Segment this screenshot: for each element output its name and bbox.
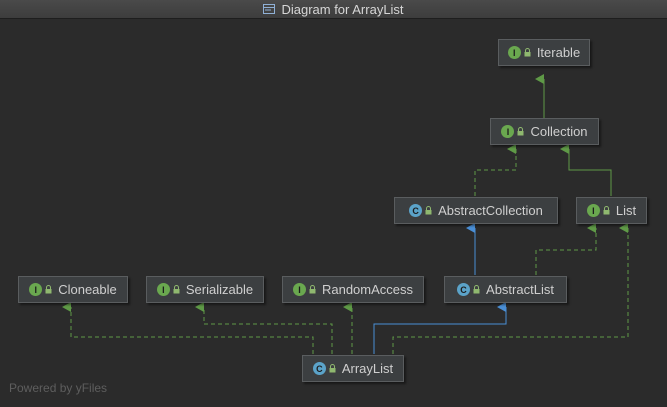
- class-badge-icon: C: [409, 204, 423, 217]
- node-label: AbstractList: [486, 282, 554, 297]
- lock-icon: [329, 364, 336, 373]
- node-cloneable[interactable]: I Cloneable: [18, 276, 128, 303]
- node-label: Serializable: [185, 282, 254, 297]
- node-label: RandomAccess: [321, 282, 414, 297]
- node-label: AbstractCollection: [438, 203, 543, 218]
- node-label: ArrayList: [341, 361, 394, 376]
- interface-badge-icon: I: [156, 283, 170, 296]
- node-abstract-list[interactable]: C AbstractList: [444, 276, 567, 303]
- edge-arraylist-cloneable: [62, 302, 314, 354]
- node-label: Iterable: [536, 45, 581, 60]
- node-label: Cloneable: [58, 282, 117, 297]
- node-collection[interactable]: I Collection: [490, 118, 599, 145]
- interface-badge-icon: I: [292, 283, 306, 296]
- diagram-window: Diagram for ArrayList I Iterable I Colle…: [0, 0, 667, 407]
- edge-arraylist-abstractlist: [373, 302, 507, 354]
- class-badge-icon: C: [457, 283, 471, 296]
- node-label: Collection: [530, 124, 588, 139]
- interface-badge-icon: I: [29, 283, 43, 296]
- lock-icon: [425, 206, 432, 215]
- powered-by-footer: Powered by yFiles: [9, 381, 108, 395]
- window-title: Diagram for ArrayList: [281, 1, 404, 17]
- lock-icon: [517, 127, 524, 136]
- node-list[interactable]: I List: [576, 197, 647, 224]
- lock-icon: [473, 285, 480, 294]
- lock-icon: [309, 285, 316, 294]
- edge-list-collection: [560, 144, 612, 196]
- interface-badge-icon: I: [507, 46, 521, 59]
- node-serializable[interactable]: I Serializable: [146, 276, 264, 303]
- lock-icon: [603, 206, 610, 215]
- node-random-access[interactable]: I RandomAccess: [282, 276, 424, 303]
- node-iterable[interactable]: I Iterable: [498, 39, 590, 66]
- interface-badge-icon: I: [501, 125, 515, 138]
- diagram-canvas[interactable]: I Iterable I Collection C AbstractCollec…: [0, 19, 667, 407]
- lock-icon: [173, 285, 180, 294]
- window-titlebar: Diagram for ArrayList: [0, 0, 667, 19]
- node-array-list[interactable]: C ArrayList: [302, 355, 404, 382]
- lock-icon: [524, 48, 531, 57]
- node-label: List: [615, 203, 637, 218]
- class-badge-icon: C: [312, 362, 326, 375]
- edge-abstractcollection-collection: [474, 144, 517, 196]
- lock-icon: [45, 285, 52, 294]
- interface-badge-icon: I: [586, 204, 600, 217]
- diagram-edges: [62, 74, 629, 354]
- node-abstract-collection[interactable]: C AbstractCollection: [394, 197, 558, 224]
- class-diagram-icon: [263, 4, 276, 14]
- edge-abstractlist-list: [535, 223, 597, 275]
